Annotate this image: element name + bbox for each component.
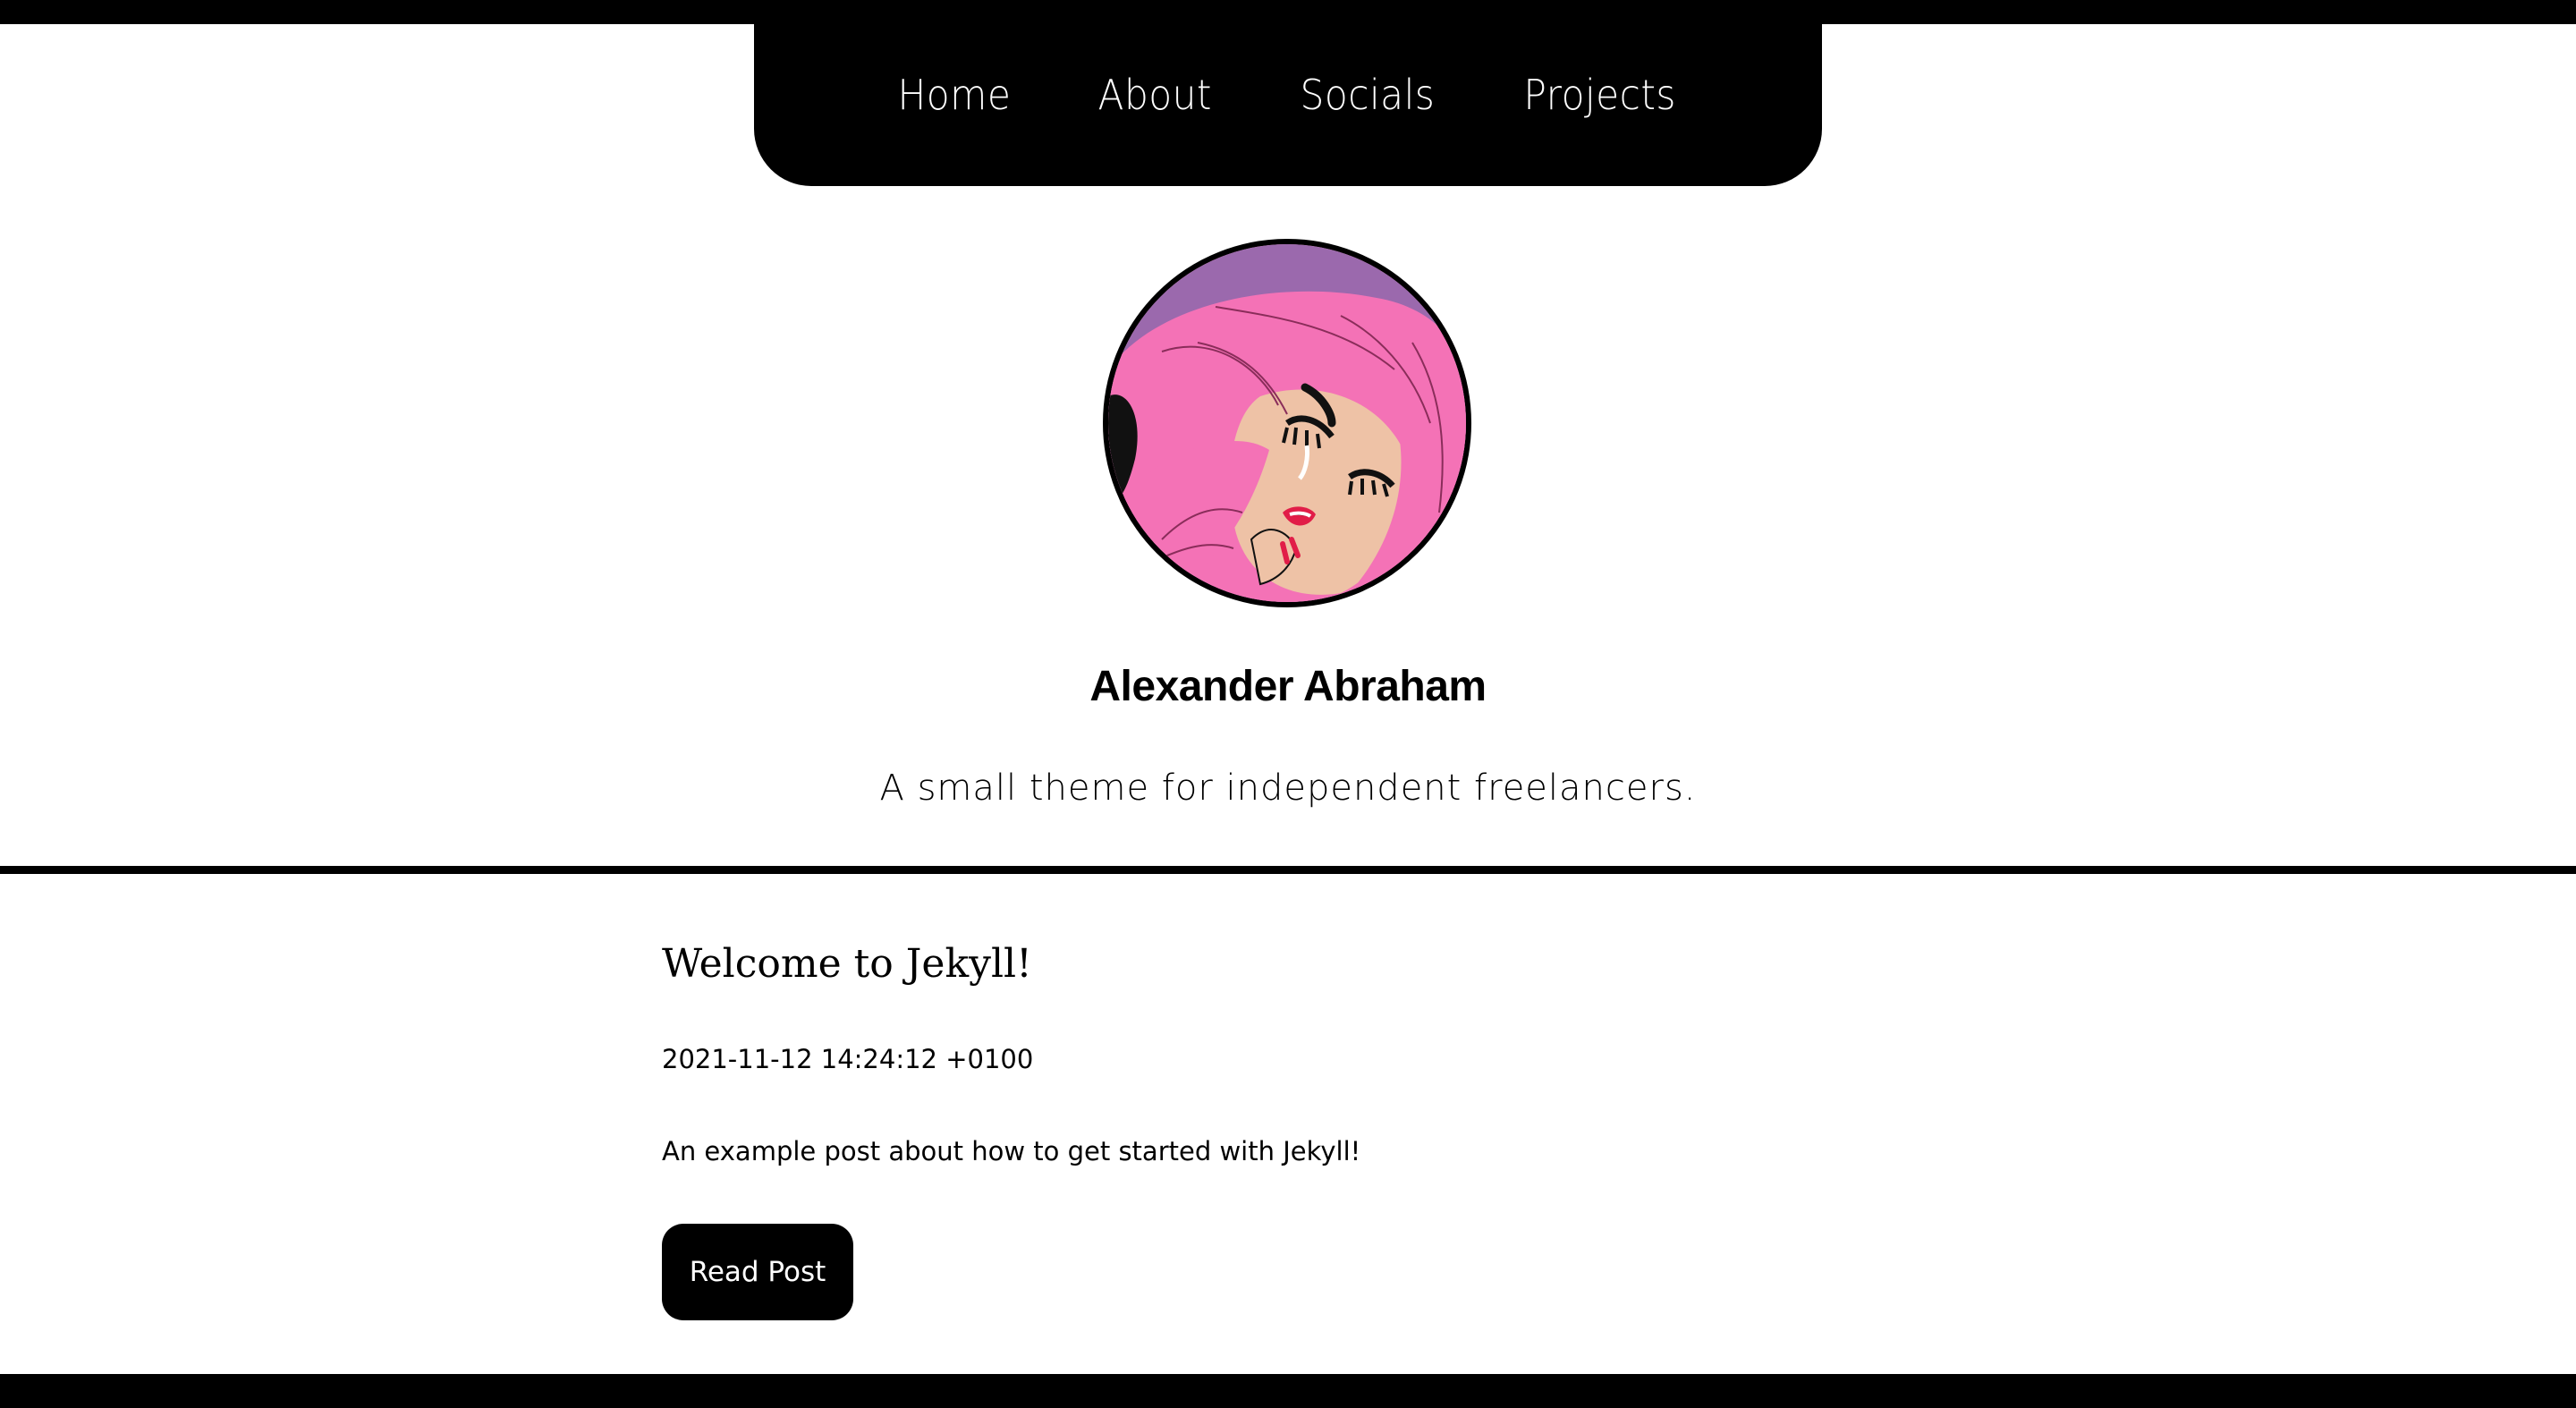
nav-socials-link[interactable]: Socials xyxy=(1300,71,1435,119)
post-date: 2021-11-12 14:24:12 +0100 xyxy=(662,1044,1034,1074)
avatar xyxy=(1103,239,1471,607)
post-card: Welcome to Jekyll! 2021-11-12 14:24:12 +… xyxy=(662,939,1914,1320)
read-post-button[interactable]: Read Post xyxy=(662,1224,853,1320)
bottom-bar xyxy=(0,1374,2576,1408)
section-divider xyxy=(0,866,2576,874)
profile-name: Alexander Abraham xyxy=(1089,663,1487,710)
nav-home-link[interactable]: Home xyxy=(898,71,1012,119)
avatar-illustration-icon xyxy=(1108,244,1466,602)
nav-projects-link[interactable]: Projects xyxy=(1524,71,1677,119)
post-excerpt: An example post about how to get started… xyxy=(662,1136,1361,1166)
nav-about-link[interactable]: About xyxy=(1098,71,1212,119)
post-title[interactable]: Welcome to Jekyll! xyxy=(662,939,1914,989)
main-nav: Home About Socials Projects xyxy=(754,0,1822,186)
profile-tagline: A small theme for independent freelancer… xyxy=(879,768,1697,809)
